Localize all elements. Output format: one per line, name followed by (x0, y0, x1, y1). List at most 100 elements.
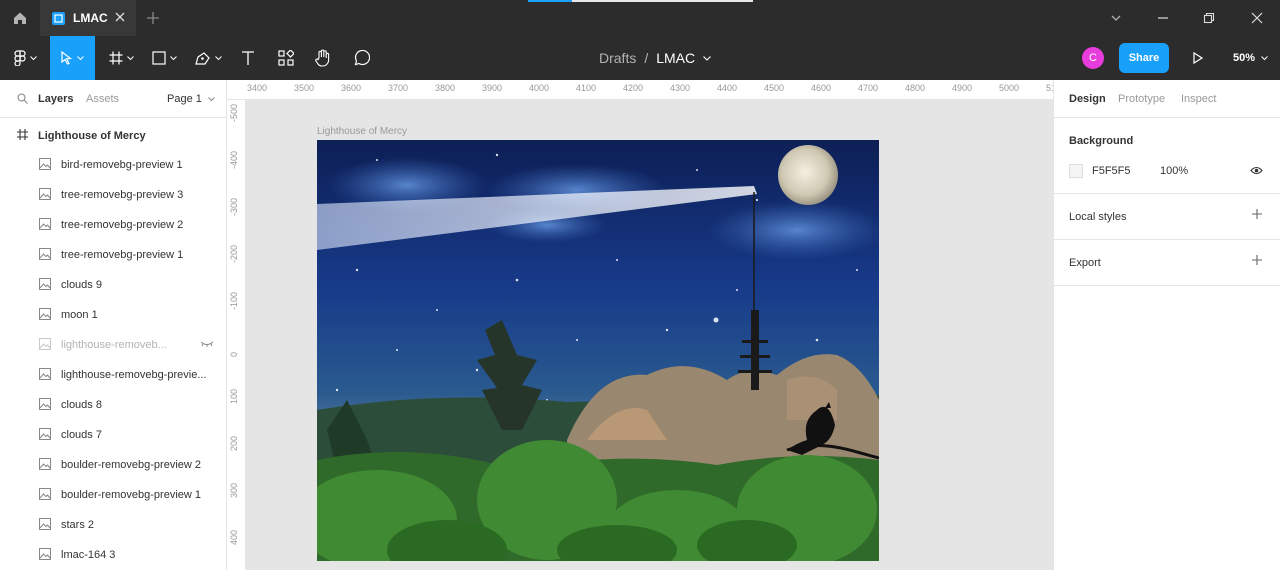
restore-button[interactable] (1186, 0, 1232, 36)
eye-icon[interactable] (1250, 166, 1263, 175)
move-tool[interactable] (50, 36, 95, 80)
ruler-tick-label: 5100 (1046, 83, 1053, 93)
image-icon (39, 488, 51, 500)
pen-icon (194, 52, 210, 65)
chevron-down-icon (208, 97, 215, 102)
layer-label: tree-removebg-preview 1 (61, 249, 184, 261)
layer-item[interactable]: clouds 7 (0, 420, 226, 450)
lighthouse-artwork-image (317, 140, 879, 561)
image-icon (39, 548, 51, 560)
home-icon (14, 12, 26, 24)
tab-layers[interactable]: Layers (38, 93, 73, 105)
home-button[interactable] (0, 0, 40, 36)
chevron-down-icon (1111, 15, 1121, 21)
figma-file-icon (52, 11, 65, 25)
frame-layer-label: Lighthouse of Mercy (38, 130, 146, 142)
minimize-button[interactable] (1140, 0, 1186, 36)
layer-label: clouds 9 (61, 279, 102, 291)
plus-icon[interactable] (145, 10, 161, 26)
ruler-tick-label: -300 (229, 197, 239, 216)
image-icon (39, 218, 51, 230)
ruler-tick-label: -400 (229, 150, 239, 169)
loading-bar-track (572, 0, 753, 2)
minimize-icon (1158, 17, 1168, 19)
image-icon (39, 248, 51, 260)
tab-design[interactable]: Design (1069, 93, 1106, 105)
layer-item[interactable]: clouds 9 (0, 270, 226, 300)
layer-frame[interactable]: Lighthouse of Mercy (0, 122, 226, 150)
chevron-down-icon (1261, 55, 1268, 60)
layer-item[interactable]: stars 2 (0, 510, 226, 540)
resources-tool[interactable] (274, 36, 298, 80)
main-menu-button[interactable] (4, 36, 46, 80)
shape-tool[interactable] (146, 36, 182, 80)
breadcrumb-drafts[interactable]: Drafts (599, 50, 636, 66)
local-styles-title: Local styles (1069, 211, 1127, 223)
image-icon (39, 158, 51, 170)
close-window-button[interactable] (1234, 0, 1280, 36)
canvas[interactable]: 3400 3500 3600 3700 3800 3900 4000 4100 4200 4300… (227, 80, 1053, 570)
layer-label: clouds 8 (61, 399, 102, 411)
avatar[interactable]: C (1082, 47, 1104, 69)
file-name[interactable]: LMAC (656, 50, 695, 66)
layer-item[interactable]: boulder-removebg-preview 2 (0, 450, 226, 480)
layer-item[interactable]: moon 1 (0, 300, 226, 330)
ruler-horizontal: 3400 3500 3600 3700 3800 3900 4000 4100 4200 4300… (227, 80, 1053, 100)
layer-item[interactable]: tree-removebg-preview 1 (0, 240, 226, 270)
present-button[interactable] (1188, 36, 1208, 80)
search-icon[interactable] (17, 93, 28, 104)
pen-tool[interactable] (190, 36, 226, 80)
layer-label: lmac-164 3 (61, 549, 116, 561)
background-opacity-input[interactable]: 100% (1160, 165, 1188, 177)
ruler-tick-label: 400 (229, 529, 239, 545)
close-icon[interactable] (114, 11, 126, 23)
background-swatch[interactable] (1069, 164, 1083, 178)
image-icon (39, 428, 51, 440)
background-hex-input[interactable]: F5F5F5 (1092, 165, 1131, 177)
frame-title[interactable]: Lighthouse of Mercy (317, 126, 407, 137)
plus-icon[interactable] (1251, 254, 1263, 266)
plus-icon[interactable] (1251, 208, 1263, 220)
layer-item[interactable]: boulder-removebg-preview 1 (0, 480, 226, 510)
zoom-dropdown[interactable]: 50% (1233, 36, 1268, 80)
layer-item[interactable]: bird-removebg-preview 1 (0, 150, 226, 180)
layer-label: boulder-removebg-preview 1 (61, 489, 202, 501)
left-panel-tabs: Layers Assets Page 1 (0, 80, 226, 118)
layer-item[interactable]: tree-removebg-preview 2 (0, 210, 226, 240)
hand-tool[interactable] (310, 36, 336, 80)
chevron-down-icon[interactable] (703, 55, 712, 61)
background-title: Background (1069, 135, 1134, 147)
right-panel-tabs: Design Prototype Inspect (1054, 80, 1280, 118)
page-name: Page 1 (167, 93, 202, 105)
layer-item[interactable]: lmac-164 3 (0, 540, 226, 570)
layer-label: boulder-removebg-preview 2 (61, 459, 202, 471)
tabs-dropdown[interactable] (1093, 0, 1139, 36)
artwork-frame[interactable] (317, 140, 879, 561)
design-panel: Design Prototype Inspect Background F5F5… (1053, 80, 1280, 570)
layer-label: clouds 7 (61, 429, 102, 441)
tab-assets[interactable]: Assets (86, 93, 119, 105)
image-icon (39, 398, 51, 410)
ruler-vertical: -500 -400 -300 -200 -100 0 100 200 300 400 (227, 100, 246, 570)
tab-inspect[interactable]: Inspect (1181, 93, 1216, 105)
restore-icon (1203, 12, 1215, 24)
layer-item[interactable]: clouds 8 (0, 390, 226, 420)
image-icon (39, 368, 51, 380)
figma-logo-icon (13, 50, 26, 66)
ruler-tick-label: 300 (229, 482, 239, 498)
breadcrumb-separator: / (644, 50, 649, 66)
share-button[interactable]: Share (1119, 43, 1169, 73)
layer-item[interactable]: lighthouse-removebg-previe... (0, 360, 226, 390)
file-tab[interactable]: LMAC (40, 0, 136, 36)
cursor-icon (61, 51, 73, 65)
layer-label: tree-removebg-preview 3 (61, 189, 184, 201)
layer-item[interactable]: lighthouse-removeb... (0, 330, 226, 360)
comment-tool[interactable] (348, 36, 374, 80)
frame-tool[interactable] (103, 36, 139, 80)
eye-closed-icon[interactable] (200, 341, 214, 347)
layer-item[interactable]: tree-removebg-preview 3 (0, 180, 226, 210)
text-tool[interactable] (236, 36, 260, 80)
page-selector[interactable]: Page 1 (167, 93, 215, 105)
loading-bar (528, 0, 572, 2)
tab-prototype[interactable]: Prototype (1118, 93, 1165, 105)
